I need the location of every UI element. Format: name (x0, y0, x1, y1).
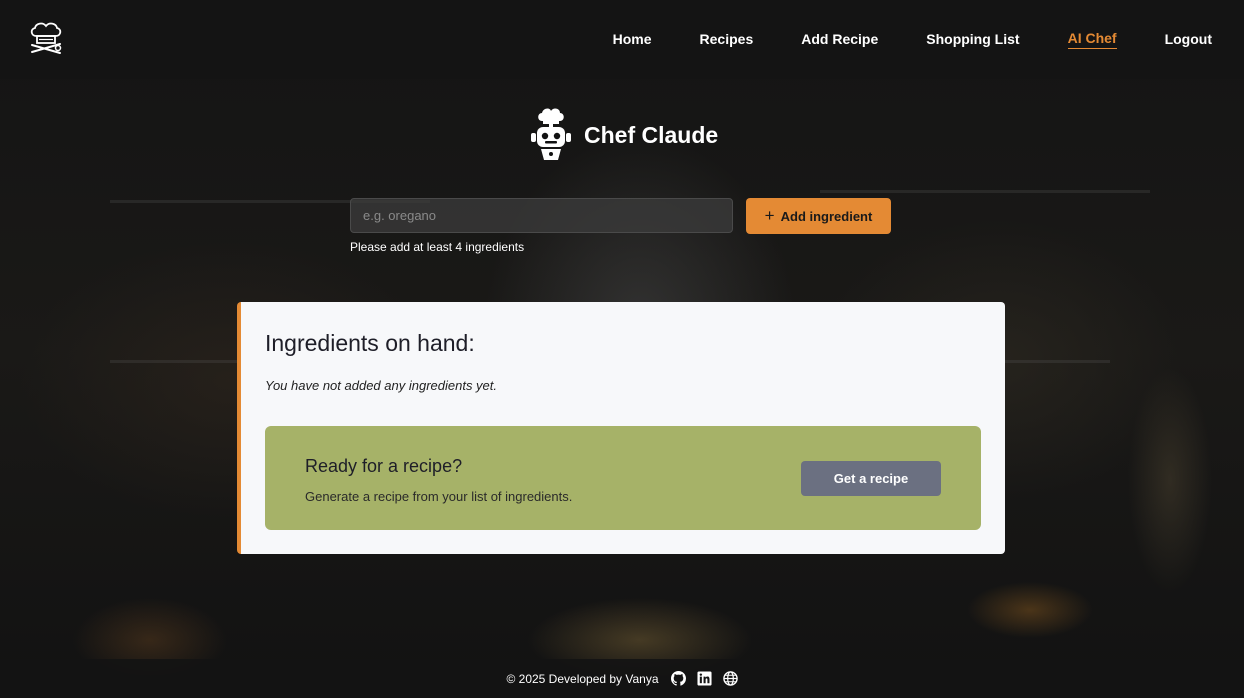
page-title: Chef Claude (584, 121, 719, 148)
robot-chef-icon (531, 108, 571, 160)
nav-ai-chef[interactable]: AI Chef (1067, 30, 1117, 49)
linkedin-icon[interactable] (697, 671, 712, 686)
footer-credit: © 2025 Developed by Vanya (506, 671, 659, 686)
recipe-cta-panel: Ready for a recipe? Generate a recipe fr… (265, 426, 981, 530)
page-header: Chef Claude (528, 107, 718, 163)
add-ingredient-button[interactable]: + Add ingredient (746, 198, 891, 234)
github-icon[interactable] (670, 671, 686, 686)
nav-logout[interactable]: Logout (1165, 31, 1212, 49)
nav-add-recipe[interactable]: Add Recipe (801, 31, 878, 49)
ingredients-title: Ingredients on hand: (265, 330, 475, 356)
chef-hat-logo[interactable] (28, 22, 64, 56)
footer: © 2025 Developed by Vanya (0, 659, 1244, 698)
nav-recipes[interactable]: Recipes (700, 31, 754, 49)
recipe-cta-title: Ready for a recipe? (305, 456, 463, 476)
nav-links: Home Recipes Add Recipe Shopping List AI… (565, 0, 1212, 79)
nav-shopping-list[interactable]: Shopping List (926, 31, 1019, 49)
ingredients-empty-message: You have not added any ingredients yet. (265, 378, 498, 393)
ingredient-hint: Please add at least 4 ingredients (350, 240, 525, 254)
top-navbar: Home Recipes Add Recipe Shopping List AI… (0, 0, 1244, 79)
nav-home[interactable]: Home (613, 31, 652, 49)
ingredients-card: Ingredients on hand: You have not added … (237, 302, 1005, 554)
globe-icon[interactable] (722, 671, 738, 686)
add-ingredient-label: Add ingredient (780, 208, 873, 224)
plus-icon: + (764, 206, 775, 225)
ingredient-input[interactable] (350, 198, 733, 233)
get-recipe-button[interactable]: Get a recipe (801, 461, 941, 496)
recipe-cta-subtitle: Generate a recipe from your list of ingr… (305, 489, 573, 504)
